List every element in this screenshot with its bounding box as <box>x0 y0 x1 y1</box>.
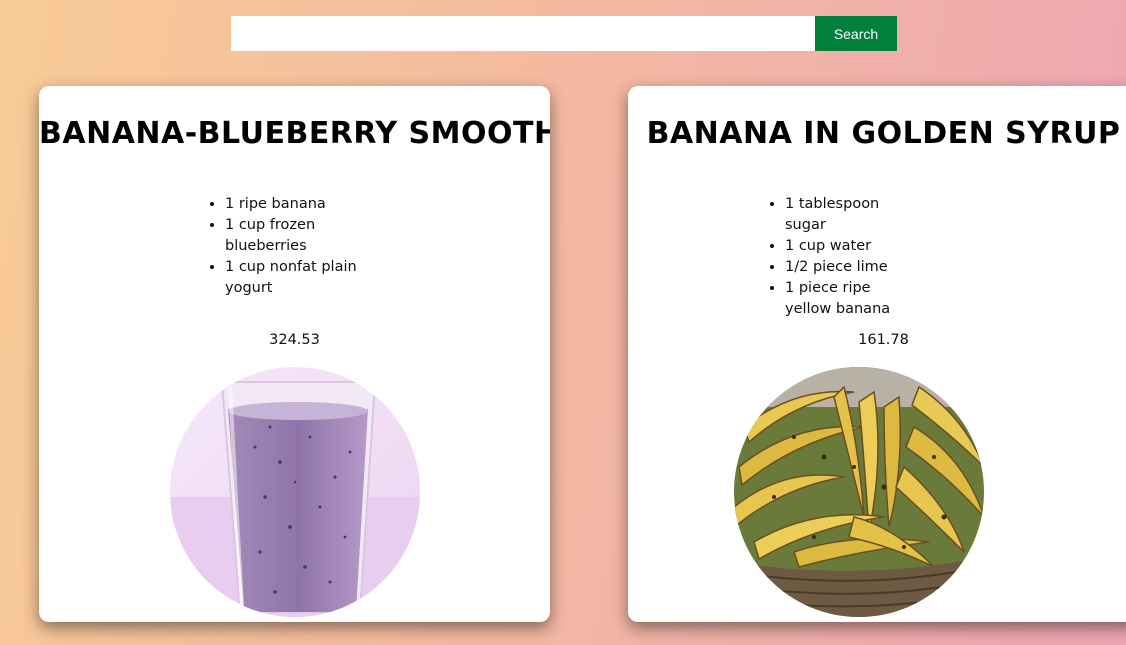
ingredient-item: 1 ripe banana <box>225 194 360 215</box>
ingredient-list: 1 tablespoon sugar 1 cup water 1/2 piece… <box>765 194 920 320</box>
recipe-image <box>734 367 984 617</box>
recipe-calories: 161.78 <box>858 332 909 348</box>
recipe-title: BANANA-BLUEBERRY SMOOTHIE <box>39 116 550 151</box>
recipe-card: BANANA IN GOLDEN SYRUP 1 tablespoon suga… <box>628 86 1126 622</box>
search-input[interactable] <box>231 16 815 51</box>
ingredient-item: 1 cup nonfat plain yogurt <box>225 257 360 299</box>
search-bar: Search <box>231 16 897 51</box>
ingredient-item: 1 cup frozen blueberries <box>225 215 360 257</box>
recipe-title: BANANA IN GOLDEN SYRUP <box>646 116 1121 151</box>
ingredient-item: 1 tablespoon sugar <box>785 194 920 236</box>
banana-basket-image <box>734 367 984 617</box>
blueberry-smoothie-image <box>170 367 420 617</box>
ingredient-list: 1 ripe banana 1 cup frozen blueberries 1… <box>205 194 360 299</box>
ingredient-item: 1/2 piece lime <box>785 257 920 278</box>
ingredient-item: 1 cup water <box>785 236 920 257</box>
recipe-image <box>170 367 420 617</box>
recipe-card: BANANA-BLUEBERRY SMOOTHIE 1 ripe banana … <box>39 86 550 622</box>
search-button[interactable]: Search <box>815 16 897 51</box>
recipe-calories: 324.53 <box>269 332 320 348</box>
ingredient-item: 1 piece ripe yellow banana <box>785 278 920 320</box>
